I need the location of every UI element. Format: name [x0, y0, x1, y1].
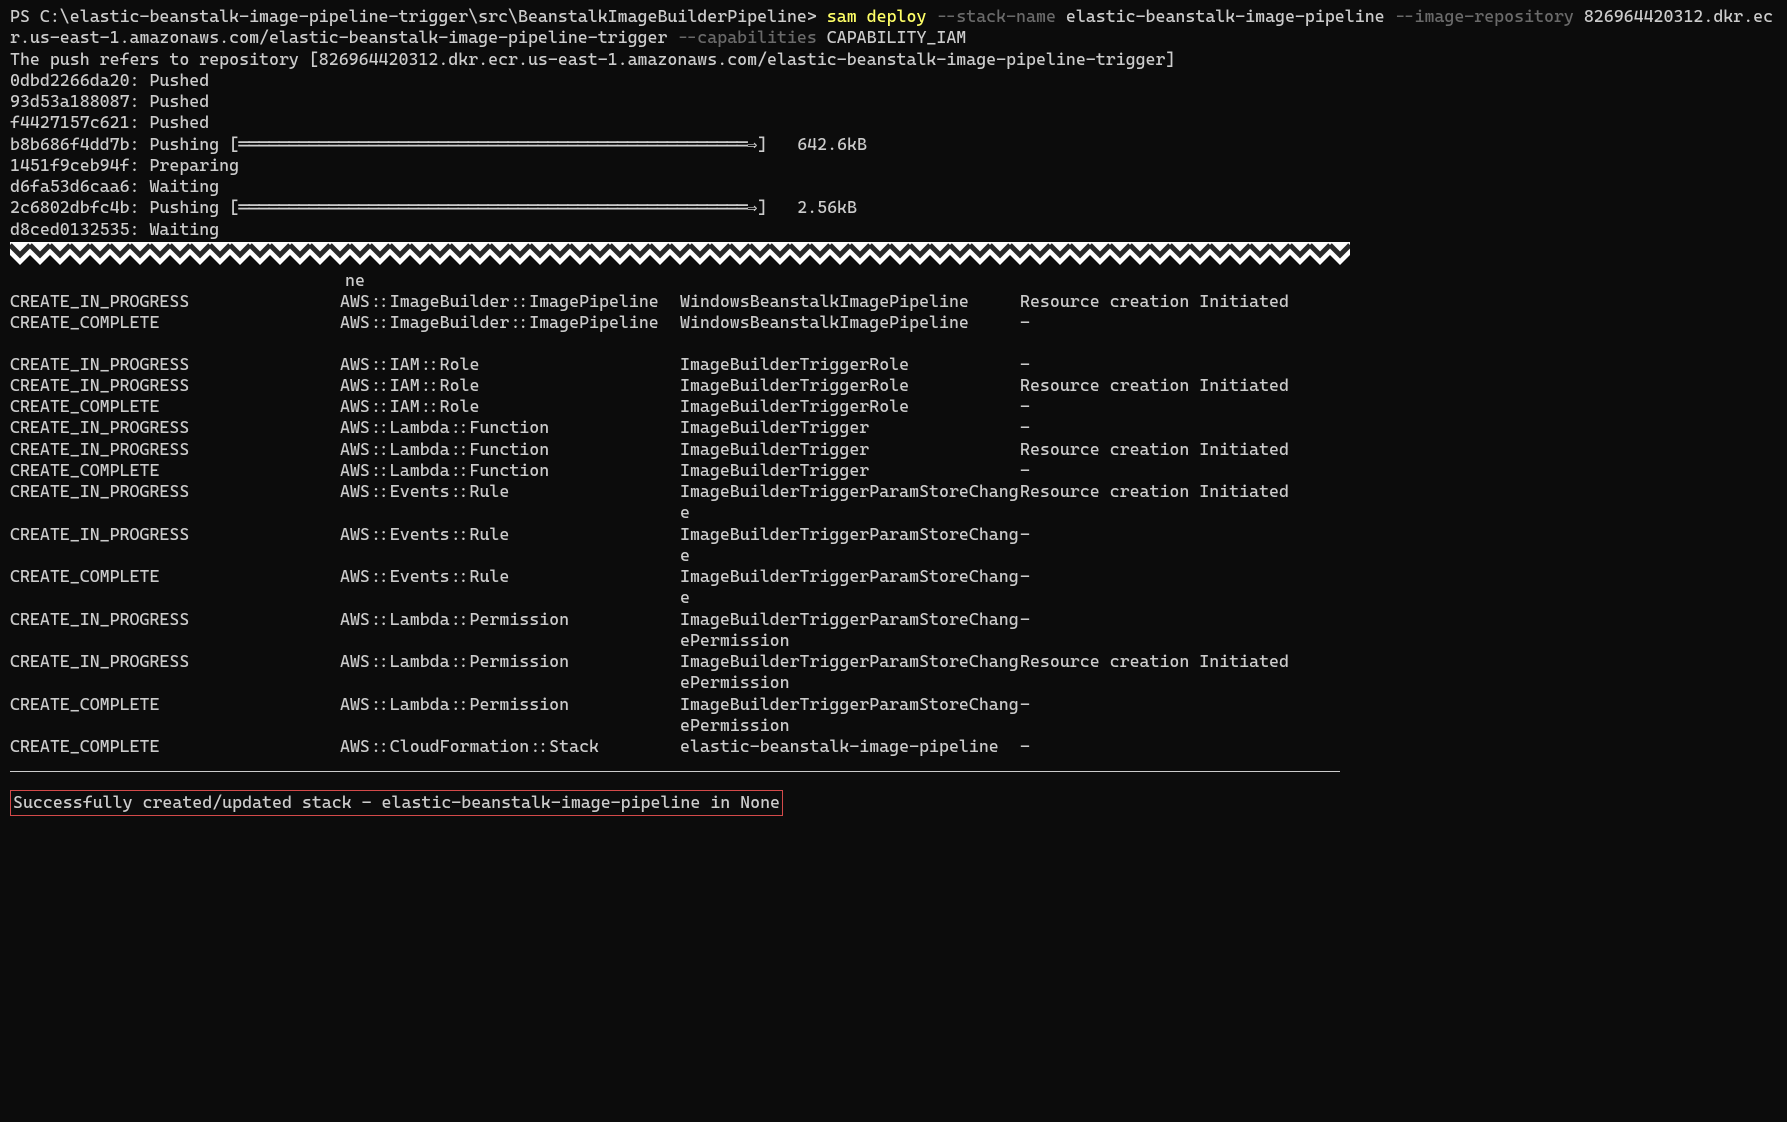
truncated-line-fragment: ne [10, 270, 1777, 291]
table-row: CREATE_IN_PROGRESSAWS::Events::RuleImage… [10, 481, 1330, 524]
event-logical-id: ImageBuilderTrigger [680, 460, 1020, 481]
event-logical-id: ImageBuilderTriggerParamStoreChange [680, 566, 1020, 609]
table-row: CREATE_COMPLETEAWS::CloudFormation::Stac… [10, 736, 1330, 757]
event-status-reason: - [1020, 312, 1330, 353]
sam-command: sam deploy [827, 6, 927, 26]
table-row: CREATE_IN_PROGRESSAWS::ImageBuilder::Ima… [10, 291, 1330, 312]
event-logical-id: ImageBuilderTriggerParamStoreChange [680, 524, 1020, 567]
event-status: CREATE_COMPLETE [10, 460, 340, 481]
layer-line: d8ced0132535: Waiting [10, 219, 1777, 240]
layer-line: 0dbd2266da20: Pushed [10, 70, 1777, 91]
table-row: CREATE_IN_PROGRESSAWS::Events::RuleImage… [10, 524, 1330, 567]
table-row: CREATE_IN_PROGRESSAWS::Lambda::Permissio… [10, 651, 1330, 694]
event-status: CREATE_IN_PROGRESS [10, 609, 340, 652]
event-status: CREATE_COMPLETE [10, 312, 340, 353]
event-status: CREATE_COMPLETE [10, 736, 340, 757]
event-status-reason: - [1020, 354, 1330, 375]
push-repository-header: The push refers to repository [826964420… [10, 49, 1777, 70]
event-status: CREATE_IN_PROGRESS [10, 291, 340, 312]
event-resource-type: AWS::ImageBuilder::ImagePipeline [340, 312, 680, 353]
event-status: CREATE_IN_PROGRESS [10, 375, 340, 396]
event-resource-type: AWS::Events::Rule [340, 481, 680, 524]
event-status-reason: Resource creation Initiated [1020, 291, 1330, 312]
cloudformation-events-table: CREATE_IN_PROGRESSAWS::ImageBuilder::Ima… [10, 291, 1330, 757]
table-row: CREATE_IN_PROGRESSAWS::IAM::RoleImageBui… [10, 375, 1330, 396]
event-status-reason: Resource creation Initiated [1020, 481, 1330, 524]
docker-layers-output: 0dbd2266da20: Pushed 93d53a188087: Pushe… [10, 70, 1777, 240]
event-status-reason: - [1020, 460, 1330, 481]
event-resource-type: AWS::Lambda::Permission [340, 651, 680, 694]
table-row: CREATE_COMPLETEAWS::Lambda::PermissionIm… [10, 694, 1330, 737]
table-row: CREATE_COMPLETEAWS::ImageBuilder::ImageP… [10, 312, 1330, 353]
event-status-reason: Resource creation Initiated [1020, 375, 1330, 396]
event-status: CREATE_IN_PROGRESS [10, 439, 340, 460]
event-logical-id: ImageBuilderTriggerRole [680, 396, 1020, 417]
table-row: CREATE_COMPLETEAWS::Lambda::FunctionImag… [10, 460, 1330, 481]
event-logical-id: WindowsBeanstalkImagePipeline [680, 312, 1020, 353]
layer-line: 2c6802dbfc4b: Pushing [═════════════════… [10, 197, 1777, 218]
event-status: CREATE_COMPLETE [10, 396, 340, 417]
event-logical-id: ImageBuilderTriggerParamStoreChangePermi… [680, 609, 1020, 652]
event-status-reason: - [1020, 736, 1330, 757]
event-status: CREATE_COMPLETE [10, 694, 340, 737]
event-status-reason: - [1020, 524, 1330, 567]
layer-line: 93d53a188087: Pushed [10, 91, 1777, 112]
event-logical-id: ImageBuilderTriggerRole [680, 375, 1020, 396]
event-resource-type: AWS::IAM::Role [340, 354, 680, 375]
event-logical-id: ImageBuilderTrigger [680, 417, 1020, 438]
event-status: CREATE_IN_PROGRESS [10, 354, 340, 375]
layer-line: f4427157c621: Pushed [10, 112, 1777, 133]
event-resource-type: AWS::ImageBuilder::ImagePipeline [340, 291, 680, 312]
stack-name-value: elastic-beanstalk-image-pipeline [1066, 6, 1385, 26]
event-resource-type: AWS::Lambda::Permission [340, 694, 680, 737]
event-resource-type: AWS::Events::Rule [340, 524, 680, 567]
event-status: CREATE_COMPLETE [10, 566, 340, 609]
separator-line [10, 771, 1340, 772]
table-row: CREATE_IN_PROGRESSAWS::Lambda::FunctionI… [10, 439, 1330, 460]
event-resource-type: AWS::Lambda::Function [340, 439, 680, 460]
success-text: Successfully created/updated stack - ela… [13, 792, 780, 812]
event-logical-id: ImageBuilderTrigger [680, 439, 1020, 460]
table-row: CREATE_IN_PROGRESSAWS::Lambda::FunctionI… [10, 417, 1330, 438]
table-row: CREATE_IN_PROGRESSAWS::IAM::RoleImageBui… [10, 354, 1330, 375]
layer-line: b8b686f4dd7b: Pushing [═════════════════… [10, 134, 1777, 155]
event-logical-id: elastic-beanstalk-image-pipeline [680, 736, 1020, 757]
event-status-reason: - [1020, 694, 1330, 737]
event-resource-type: AWS::Lambda::Function [340, 460, 680, 481]
table-row: CREATE_COMPLETEAWS::IAM::RoleImageBuilde… [10, 396, 1330, 417]
event-logical-id: ImageBuilderTriggerRole [680, 354, 1020, 375]
prompt-prefix: PS C:\elastic-beanstalk-image-pipeline-t… [10, 6, 827, 26]
flag-stack-name: --stack-name [926, 6, 1065, 26]
event-logical-id: ImageBuilderTriggerParamStoreChangePermi… [680, 651, 1020, 694]
flag-capabilities: --capabilities [667, 27, 826, 47]
event-logical-id: WindowsBeanstalkImagePipeline [680, 291, 1020, 312]
event-resource-type: AWS::CloudFormation::Stack [340, 736, 680, 757]
capabilities-value: CAPABILITY_IAM [827, 27, 966, 47]
event-resource-type: AWS::IAM::Role [340, 375, 680, 396]
event-status: CREATE_IN_PROGRESS [10, 651, 340, 694]
event-status: CREATE_IN_PROGRESS [10, 524, 340, 567]
event-status: CREATE_IN_PROGRESS [10, 481, 340, 524]
event-logical-id: ImageBuilderTriggerParamStoreChangePermi… [680, 694, 1020, 737]
command-line[interactable]: PS C:\elastic-beanstalk-image-pipeline-t… [10, 6, 1777, 49]
event-status-reason: - [1020, 417, 1330, 438]
event-status-reason: - [1020, 566, 1330, 609]
layer-line: 1451f9ceb94f: Preparing [10, 155, 1777, 176]
event-resource-type: AWS::Lambda::Function [340, 417, 680, 438]
event-status-reason: Resource creation Initiated [1020, 439, 1330, 460]
tear-separator-icon [10, 242, 1350, 268]
event-status-reason: - [1020, 609, 1330, 652]
event-status-reason: Resource creation Initiated [1020, 651, 1330, 694]
table-row: CREATE_COMPLETEAWS::Events::RuleImageBui… [10, 566, 1330, 609]
event-status: CREATE_IN_PROGRESS [10, 417, 340, 438]
flag-image-repository: --image-repository [1385, 6, 1584, 26]
layer-line: d6fa53d6caa6: Waiting [10, 176, 1777, 197]
event-resource-type: AWS::Events::Rule [340, 566, 680, 609]
event-resource-type: AWS::IAM::Role [340, 396, 680, 417]
event-status-reason: - [1020, 396, 1330, 417]
table-row: CREATE_IN_PROGRESSAWS::Lambda::Permissio… [10, 609, 1330, 652]
event-logical-id: ImageBuilderTriggerParamStoreChange [680, 481, 1020, 524]
success-message-highlighted: Successfully created/updated stack - ela… [10, 790, 783, 815]
event-resource-type: AWS::Lambda::Permission [340, 609, 680, 652]
